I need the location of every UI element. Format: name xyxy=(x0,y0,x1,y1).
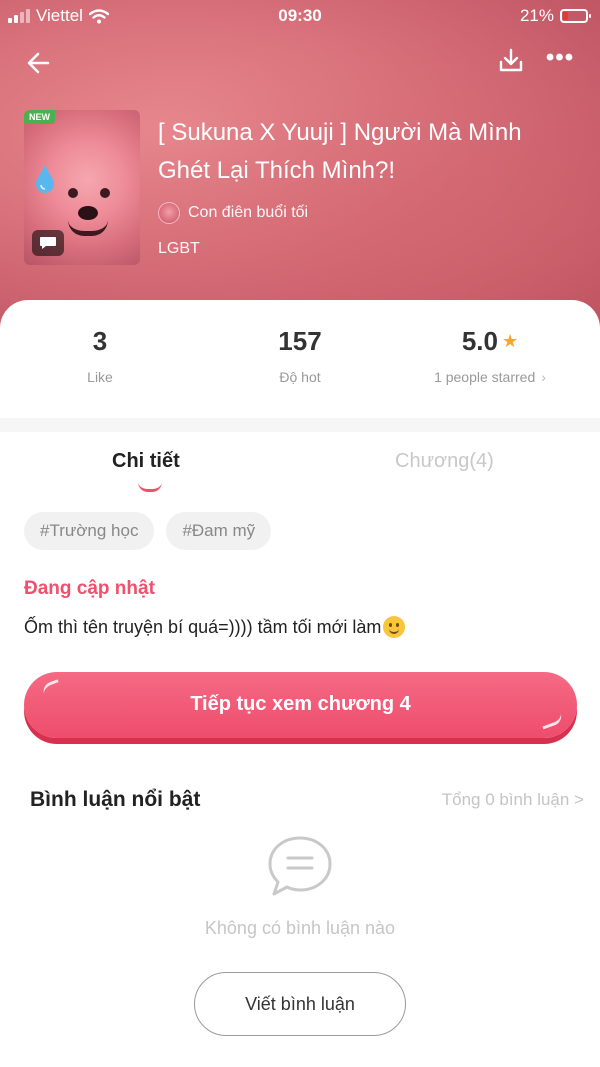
likes-label: Like xyxy=(87,369,113,385)
download-icon[interactable] xyxy=(496,46,526,76)
comment-bubble-icon xyxy=(32,230,64,256)
cover-nose xyxy=(78,206,98,220)
water-drop-icon xyxy=(36,165,54,193)
top-bar: ••• xyxy=(0,40,600,84)
rating-label: 1 people starred xyxy=(434,369,536,385)
genre-label[interactable]: LGBT xyxy=(158,240,200,258)
cover-eye xyxy=(100,188,110,198)
clock: 09:30 xyxy=(278,6,322,25)
description-text: Ốm thì tên truyện bí quá=)))) tầm tối mớ… xyxy=(24,616,382,637)
stats-panel: 3 Like 157 Độ hot 5.0 ★ 1 people starred › xyxy=(0,300,600,418)
write-comment-button[interactable]: Viết bình luận xyxy=(194,972,406,1036)
button-gloss xyxy=(40,679,62,695)
tag-chip[interactable]: #Đam mỹ xyxy=(166,512,272,550)
status-label: Đang cập nhật xyxy=(24,578,155,599)
author-name: Con điên buổi tối xyxy=(188,204,309,221)
rating-stat[interactable]: 5.0 ★ 1 people starred › xyxy=(390,326,590,385)
description: Ốm thì tên truyện bí quá=)))) tầm tối mớ… xyxy=(24,616,406,638)
cover-mouth xyxy=(68,220,108,236)
tab-chapters[interactable]: Chương(4) xyxy=(395,450,494,473)
comments-total-link[interactable]: Tổng 0 bình luận > xyxy=(442,790,584,810)
hot-label: Độ hot xyxy=(279,369,321,385)
chevron-right-icon: › xyxy=(541,369,546,385)
likes-count: 3 xyxy=(92,326,108,356)
new-badge: NEW xyxy=(24,110,55,124)
rating-value: 5.0 xyxy=(461,326,498,356)
smile-emoji-icon xyxy=(383,616,406,638)
author[interactable]: Con điên buổi tối xyxy=(158,202,308,224)
comments-title: Bình luận nổi bật xyxy=(30,788,201,811)
cover-eye xyxy=(68,188,78,198)
active-tab-indicator xyxy=(138,482,162,492)
avatar xyxy=(158,202,180,224)
continue-reading-label: Tiếp tục xem chương 4 xyxy=(190,693,411,715)
story-title: [ Sukuna X Yuuji ] Người Mà Mình Ghét Lạ… xyxy=(158,119,522,184)
more-icon[interactable]: ••• xyxy=(540,46,580,76)
tag-list: #Trường học #Đam mỹ xyxy=(24,512,272,550)
battery-icon xyxy=(560,9,591,23)
details-section: Chi tiết Chương(4) #Trường học #Đam mỹ Đ… xyxy=(0,432,600,1067)
tag-chip[interactable]: #Trường học xyxy=(24,512,155,550)
battery-percent: 21% xyxy=(519,6,554,25)
button-gloss xyxy=(539,712,565,730)
star-icon: ★ xyxy=(502,331,519,351)
hot-stat: 157 Độ hot xyxy=(200,326,400,385)
tab-details[interactable]: Chi tiết xyxy=(112,450,180,473)
empty-comments-text: Không có bình luận nào xyxy=(204,918,396,938)
status-bar: Viettel 09:30 21% xyxy=(0,0,600,32)
continue-reading-button[interactable]: Tiếp tục xem chương 4 xyxy=(24,672,577,738)
back-arrow-icon[interactable] xyxy=(22,46,56,80)
comment-bubble-icon xyxy=(268,836,332,896)
hot-count: 157 xyxy=(278,326,322,356)
likes-stat: 3 Like xyxy=(0,326,200,385)
story-cover[interactable]: NEW xyxy=(24,110,140,265)
